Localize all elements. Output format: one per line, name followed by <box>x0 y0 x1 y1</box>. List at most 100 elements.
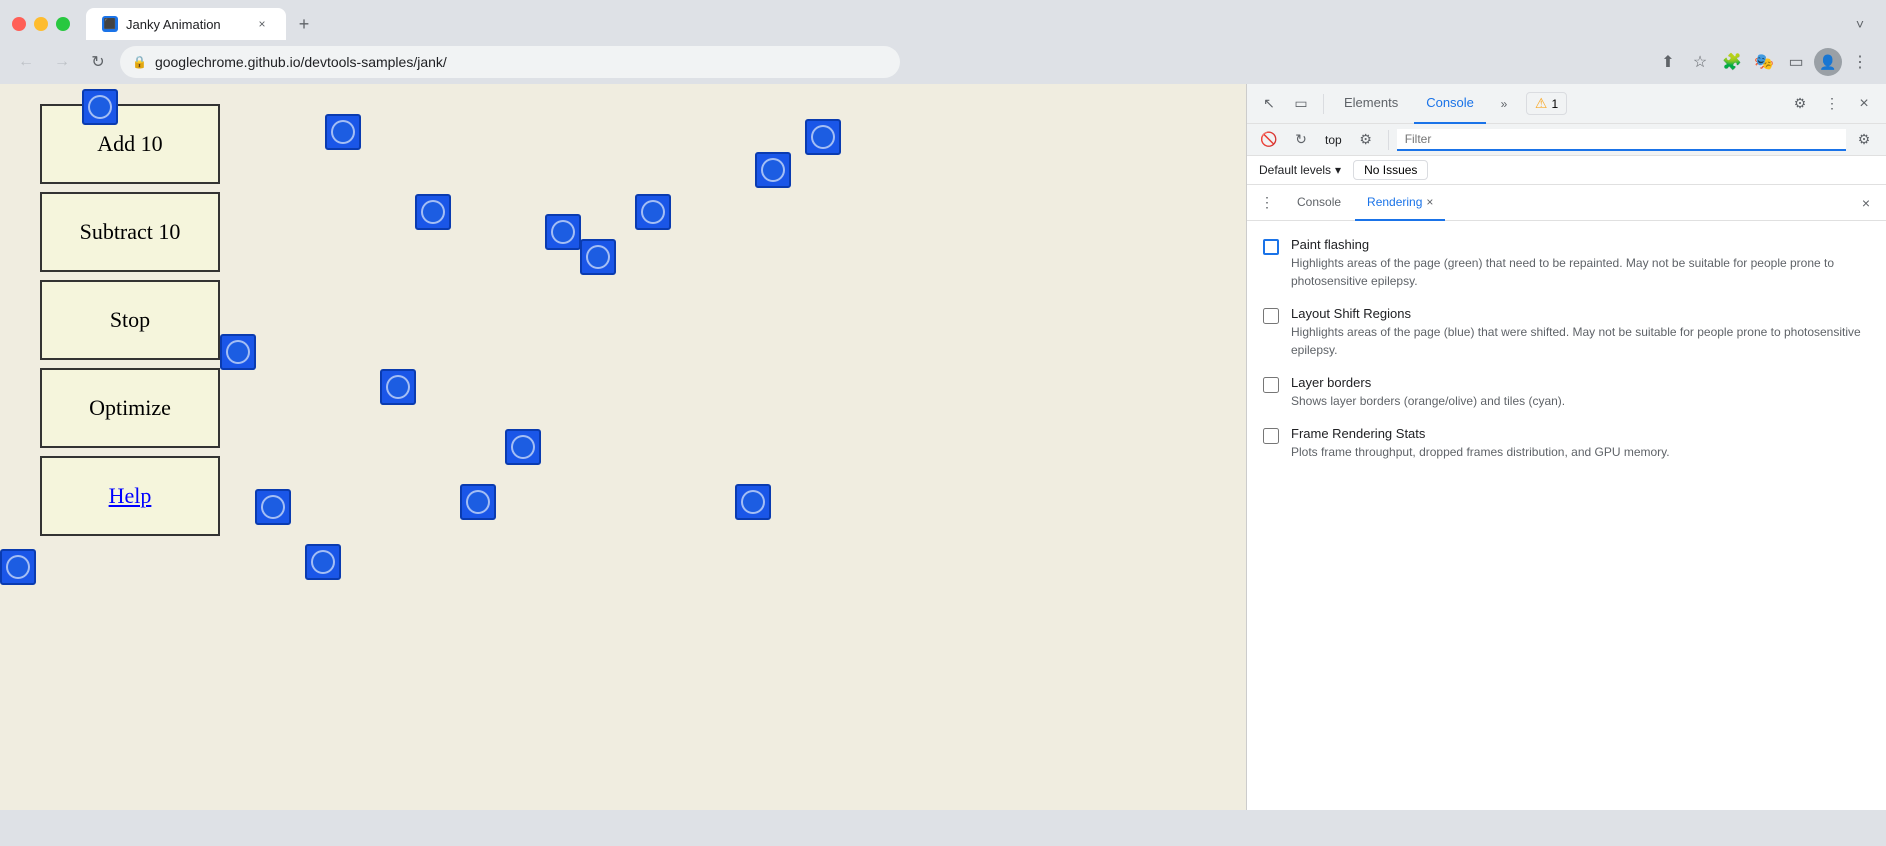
console-panel-tab[interactable]: Console <box>1285 185 1353 221</box>
panel-more-button[interactable]: ⋮ <box>1255 185 1279 221</box>
layout-shift-text: Layout Shift Regions Highlights areas of… <box>1291 306 1870 359</box>
browser-chrome: ⬛ Janky Animation × + ˅ ← → ↻ 🔒 googlech… <box>0 0 1886 84</box>
browser-tab-active[interactable]: ⬛ Janky Animation × <box>86 8 286 40</box>
animated-square <box>0 549 36 585</box>
rendering-tab-close[interactable]: × <box>1426 195 1433 209</box>
window-minimize-button[interactable] <box>34 17 48 31</box>
console-settings-button[interactable]: ⚙ <box>1352 126 1380 154</box>
rendering-panel-tab[interactable]: Rendering × <box>1355 185 1445 221</box>
add10-button[interactable]: Add 10 <box>40 104 220 184</box>
layout-shift-desc: Highlights areas of the page (blue) that… <box>1291 323 1870 359</box>
layout-shift-title: Layout Shift Regions <box>1291 306 1870 321</box>
warning-icon: ⚠ <box>1535 95 1548 112</box>
title-bar: ⬛ Janky Animation × + ˅ <box>0 0 1886 40</box>
layout-shift-checkbox[interactable] <box>1263 308 1279 324</box>
bookmark-button[interactable]: ☆ <box>1686 48 1714 76</box>
context-selector[interactable]: top <box>1319 133 1348 147</box>
forward-button[interactable]: → <box>48 48 76 76</box>
animated-square <box>805 119 841 155</box>
preserve-log-button[interactable]: ↻ <box>1287 126 1315 154</box>
warning-badge[interactable]: ⚠ 1 <box>1526 92 1567 115</box>
devtools-close-button[interactable]: × <box>1850 90 1878 118</box>
new-tab-button[interactable]: + <box>290 10 318 38</box>
window-controls <box>12 17 70 31</box>
panel-close-button[interactable]: × <box>1854 191 1878 215</box>
url-text: googlechrome.github.io/devtools-samples/… <box>155 54 888 70</box>
warning-count: 1 <box>1551 97 1558 111</box>
frame-rendering-title: Frame Rendering Stats <box>1291 426 1670 441</box>
animated-square <box>82 89 118 125</box>
cast-button[interactable]: 🎭 <box>1750 48 1778 76</box>
toolbar-separator <box>1323 94 1324 114</box>
layer-borders-text: Layer borders Shows layer borders (orang… <box>1291 375 1565 410</box>
optimize-button[interactable]: Optimize <box>40 368 220 448</box>
more-options-button[interactable]: ⋮ <box>1818 90 1846 118</box>
layer-borders-option: Layer borders Shows layer borders (orang… <box>1263 375 1870 410</box>
paint-flashing-checkbox[interactable] <box>1263 239 1279 255</box>
animated-square <box>255 489 291 525</box>
elements-tab[interactable]: Elements <box>1332 84 1410 124</box>
device-toolbar-button[interactable]: ▭ <box>1287 90 1315 118</box>
animated-square <box>505 429 541 465</box>
no-issues-button[interactable]: No Issues <box>1353 160 1428 180</box>
paint-flashing-title: Paint flashing <box>1291 237 1870 252</box>
paint-flashing-desc: Highlights areas of the page (green) tha… <box>1291 254 1870 290</box>
browser-toolbar-icons: ⬆ ☆ 🧩 🎭 ▭ 👤 ⋮ <box>1654 48 1874 76</box>
levels-bar: Default levels ▾ No Issues <box>1247 156 1886 185</box>
main-area: Add 10 Subtract 10 Stop Optimize Help ↖ … <box>0 84 1886 810</box>
default-levels-label: Default levels <box>1259 163 1331 177</box>
layer-borders-checkbox[interactable] <box>1263 377 1279 393</box>
animated-square <box>220 334 256 370</box>
console-filter-input[interactable] <box>1397 129 1846 151</box>
window-maximize-button[interactable] <box>56 17 70 31</box>
tab-favicon: ⬛ <box>102 16 118 32</box>
tab-title: Janky Animation <box>126 17 246 32</box>
default-levels-dropdown[interactable]: Default levels ▾ <box>1259 163 1341 177</box>
devtools-main-toolbar: ↖ ▭ Elements Console » ⚠ 1 ⚙ ⋮ × <box>1247 84 1886 124</box>
extensions-button[interactable]: 🧩 <box>1718 48 1746 76</box>
tab-close-button[interactable]: × <box>254 16 270 32</box>
frame-rendering-text: Frame Rendering Stats Plots frame throug… <box>1291 426 1670 461</box>
frame-rendering-option: Frame Rendering Stats Plots frame throug… <box>1263 426 1870 461</box>
layout-shift-option: Layout Shift Regions Highlights areas of… <box>1263 306 1870 359</box>
animated-square <box>305 544 341 580</box>
stop-button[interactable]: Stop <box>40 280 220 360</box>
profile-button[interactable]: 👤 <box>1814 48 1842 76</box>
inspect-element-button[interactable]: ↖ <box>1255 90 1283 118</box>
devtools-rendering-content: Paint flashing Highlights areas of the p… <box>1247 221 1886 810</box>
page-content: Add 10 Subtract 10 Stop Optimize Help <box>0 84 1246 810</box>
menu-button[interactable]: ⋮ <box>1846 48 1874 76</box>
frame-rendering-desc: Plots frame throughput, dropped frames d… <box>1291 443 1670 461</box>
animated-square <box>755 152 791 188</box>
devtools-panel-tabs: ⋮ Console Rendering × × <box>1247 185 1886 221</box>
rendering-tab-label: Rendering <box>1367 195 1422 209</box>
more-tabs-button[interactable]: » <box>1490 90 1518 118</box>
filter-options-button[interactable]: ⚙ <box>1850 126 1878 154</box>
subtract10-button[interactable]: Subtract 10 <box>40 192 220 272</box>
address-bar: ← → ↻ 🔒 googlechrome.github.io/devtools-… <box>0 40 1886 84</box>
animated-square <box>460 484 496 520</box>
animated-square <box>635 194 671 230</box>
chevron-down-icon: ▾ <box>1335 163 1341 177</box>
layer-borders-title: Layer borders <box>1291 375 1565 390</box>
page-buttons: Add 10 Subtract 10 Stop Optimize Help <box>40 104 220 536</box>
sidebar-button[interactable]: ▭ <box>1782 48 1810 76</box>
paint-flashing-option: Paint flashing Highlights areas of the p… <box>1263 237 1870 290</box>
help-button[interactable]: Help <box>40 456 220 536</box>
window-close-button[interactable] <box>12 17 26 31</box>
url-bar[interactable]: 🔒 googlechrome.github.io/devtools-sample… <box>120 46 900 78</box>
refresh-button[interactable]: ↻ <box>84 48 112 76</box>
filter-separator <box>1388 130 1389 150</box>
settings-button[interactable]: ⚙ <box>1786 90 1814 118</box>
clear-console-button[interactable]: 🚫 <box>1255 126 1283 154</box>
animated-square <box>380 369 416 405</box>
back-button[interactable]: ← <box>12 48 40 76</box>
console-tab[interactable]: Console <box>1414 84 1486 124</box>
paint-flashing-text: Paint flashing Highlights areas of the p… <box>1291 237 1870 290</box>
tab-dropdown-button[interactable]: ˅ <box>1846 10 1874 38</box>
share-button[interactable]: ⬆ <box>1654 48 1682 76</box>
frame-rendering-checkbox[interactable] <box>1263 428 1279 444</box>
devtools-panel: ↖ ▭ Elements Console » ⚠ 1 ⚙ ⋮ × 🚫 ↻ top… <box>1246 84 1886 810</box>
animated-square <box>580 239 616 275</box>
devtools-filter-toolbar: 🚫 ↻ top ⚙ ⚙ <box>1247 124 1886 156</box>
